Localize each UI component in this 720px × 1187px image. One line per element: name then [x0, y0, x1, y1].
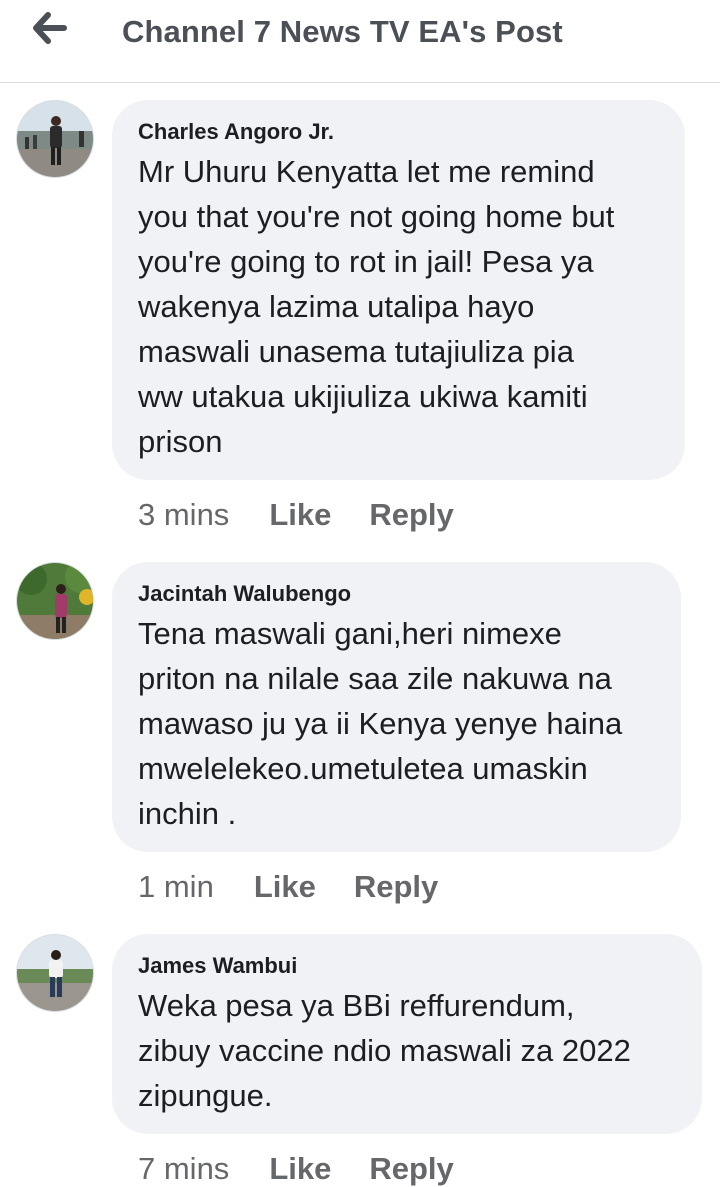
like-button[interactable]: Like [254, 869, 316, 905]
avatar[interactable] [16, 100, 94, 178]
comment-bubble: Charles Angoro Jr. Mr Uhuru Kenyatta let… [112, 100, 685, 480]
like-button[interactable]: Like [269, 497, 331, 533]
comment-bubble: Jacintah Walubengo Tena maswali gani,her… [112, 562, 681, 852]
comment-actions: 7 mins Like Reply [138, 1151, 454, 1187]
comment-timestamp[interactable]: 3 mins [138, 497, 229, 533]
back-button[interactable] [22, 8, 78, 52]
comment-actions: 3 mins Like Reply [138, 497, 454, 533]
avatar[interactable] [16, 934, 94, 1012]
comment-bubble: James Wambui Weka pesa ya BBi reffurendu… [112, 934, 702, 1134]
arrow-left-icon [30, 10, 70, 51]
comment-text: Weka pesa ya BBi reffurendum, zibuy vacc… [138, 988, 631, 1113]
comment-text: Tena maswali gani,heri nimexe priton na … [138, 616, 623, 831]
comment-author[interactable]: Jacintah Walubengo [138, 581, 655, 607]
comment-timestamp[interactable]: 7 mins [138, 1151, 229, 1187]
avatar[interactable] [16, 562, 94, 640]
top-bar: Channel 7 News TV EA's Post [0, 0, 720, 83]
like-button[interactable]: Like [269, 1151, 331, 1187]
page-title: Channel 7 News TV EA's Post [122, 14, 563, 49]
reply-button[interactable]: Reply [369, 1151, 453, 1187]
comment-text: Mr Uhuru Kenyatta let me remind you that… [138, 154, 615, 459]
comment-timestamp[interactable]: 1 min [138, 869, 214, 905]
reply-button[interactable]: Reply [369, 497, 453, 533]
comment-author[interactable]: Charles Angoro Jr. [138, 119, 659, 145]
comment-author[interactable]: James Wambui [138, 953, 676, 979]
comment-actions: 1 min Like Reply [138, 869, 438, 905]
reply-button[interactable]: Reply [354, 869, 438, 905]
